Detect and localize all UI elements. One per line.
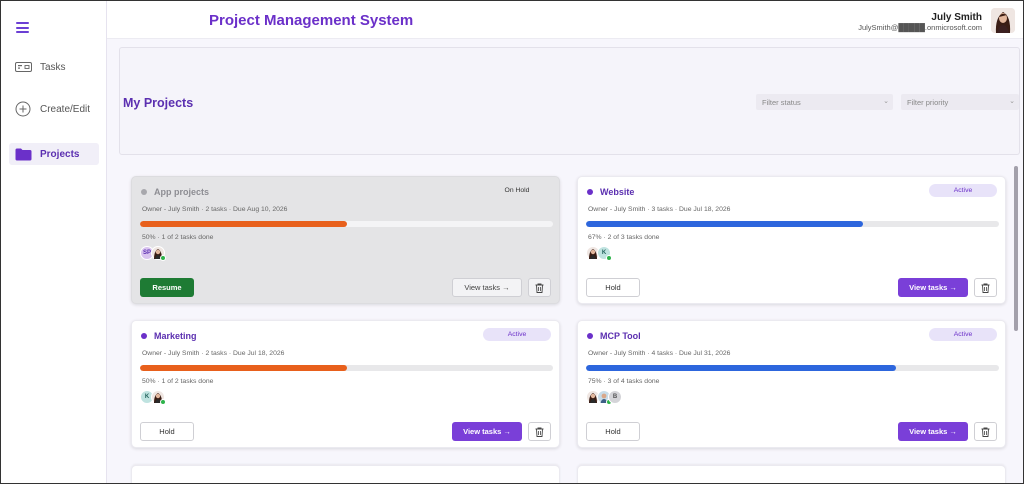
project-card-app-projects: App projects On Hold Owner - July Smith …	[131, 176, 560, 304]
online-indicator	[606, 255, 612, 261]
status-dot	[141, 333, 147, 339]
hamburger-menu-icon[interactable]	[16, 22, 29, 33]
view-tasks-button[interactable]: View tasks →	[452, 278, 522, 297]
trash-icon	[535, 427, 544, 437]
plus-circle-icon	[14, 101, 32, 117]
project-card-partial	[577, 465, 1006, 483]
status-badge: On Hold	[504, 187, 530, 194]
progress-text: 75% · 3 of 4 tasks done	[588, 378, 660, 385]
status-dot	[141, 189, 147, 195]
project-card-website: Website Active Owner - July Smith · 3 ta…	[577, 176, 1006, 304]
filter-priority-dropdown[interactable]: Filter priority ⌄	[901, 94, 1019, 110]
project-card-mcp-tool: MCP Tool Active Owner - July Smith · 4 t…	[577, 320, 1006, 448]
sidebar-item-create-edit[interactable]: Create/Edit	[9, 98, 99, 120]
app-window: Tasks Create/Edit Projects Project Manag…	[0, 0, 1024, 484]
view-tasks-button[interactable]: View tasks →	[898, 422, 968, 441]
resume-button[interactable]: Resume	[140, 278, 194, 297]
progress-fill	[140, 221, 347, 227]
progress-bar	[586, 365, 999, 371]
avatar-initials: K	[144, 394, 150, 400]
project-card-partial	[131, 465, 560, 483]
online-indicator	[160, 399, 166, 405]
delete-button[interactable]	[974, 278, 997, 297]
projects-toolbar: My Projects Filter status ⌄ Filter prior…	[119, 47, 1020, 155]
progress-fill	[586, 365, 896, 371]
status-badge: Active	[929, 184, 997, 197]
progress-bar	[586, 221, 999, 227]
member-avatars: K	[140, 390, 166, 406]
filter-status-placeholder: Filter status	[762, 97, 801, 107]
filter-status-dropdown[interactable]: Filter status ⌄	[756, 94, 893, 110]
avatar[interactable]	[151, 390, 166, 405]
project-meta: Owner - July Smith · 2 tasks · Due Jul 1…	[142, 350, 285, 357]
sidebar-item-projects[interactable]: Projects	[9, 143, 99, 165]
progress-text: 67% · 2 of 3 tasks done	[588, 234, 660, 241]
sidebar: Tasks Create/Edit Projects	[1, 1, 107, 483]
project-name[interactable]: Marketing	[154, 331, 197, 341]
progress-bar	[140, 365, 553, 371]
avatar[interactable]	[151, 246, 166, 261]
app-title: Project Management System	[209, 12, 414, 29]
member-avatars: SP	[140, 246, 166, 262]
delete-button[interactable]	[528, 278, 551, 297]
user-avatar[interactable]	[991, 8, 1015, 33]
page-title: My Projects	[123, 96, 194, 110]
status-badge: Active	[929, 328, 997, 341]
filter-priority-placeholder: Filter priority	[907, 97, 949, 107]
progress-text: 50% · 1 of 2 tasks done	[142, 378, 214, 385]
progress-bar	[140, 221, 553, 227]
project-meta: Owner - July Smith · 4 tasks · Due Jul 3…	[588, 350, 731, 357]
trash-icon	[981, 283, 990, 293]
scrollbar-thumb[interactable]	[1014, 166, 1018, 331]
trash-icon	[535, 283, 544, 293]
trash-icon	[981, 427, 990, 437]
user-name: July Smith	[931, 12, 982, 23]
sidebar-item-label: Projects	[40, 148, 80, 160]
avatar-initials: B	[612, 394, 618, 400]
delete-button[interactable]	[528, 422, 551, 441]
status-dot	[587, 333, 593, 339]
ticket-icon	[14, 62, 32, 72]
progress-text: 50% · 1 of 2 tasks done	[142, 234, 214, 241]
status-badge: Active	[483, 328, 551, 341]
top-header: Project Management System July Smith Jul…	[107, 1, 1023, 39]
view-tasks-button[interactable]: View tasks →	[452, 422, 522, 441]
hold-button[interactable]: Hold	[586, 422, 640, 441]
avatar[interactable]: K	[597, 246, 612, 261]
project-name[interactable]: MCP Tool	[600, 331, 641, 341]
member-avatars: B	[586, 390, 622, 406]
project-meta: Owner - July Smith · 2 tasks · Due Aug 1…	[142, 206, 288, 213]
project-name[interactable]: Website	[600, 187, 634, 197]
project-name[interactable]: App projects	[154, 187, 209, 197]
hold-button[interactable]: Hold	[140, 422, 194, 441]
online-indicator	[160, 255, 166, 261]
delete-button[interactable]	[974, 422, 997, 441]
avatar-initials: K	[601, 250, 607, 256]
member-avatars: K	[586, 246, 612, 262]
project-card-marketing: Marketing Active Owner - July Smith · 2 …	[131, 320, 560, 448]
hold-button[interactable]: Hold	[586, 278, 640, 297]
avatar[interactable]: B	[608, 390, 622, 404]
project-meta: Owner - July Smith · 3 tasks · Due Jul 1…	[588, 206, 731, 213]
sidebar-item-label: Tasks	[40, 61, 66, 73]
progress-fill	[140, 365, 347, 371]
sidebar-item-tasks[interactable]: Tasks	[9, 56, 99, 78]
status-dot	[587, 189, 593, 195]
folder-icon	[14, 148, 32, 161]
chevron-down-icon: ⌄	[883, 98, 889, 105]
chevron-down-icon: ⌄	[1009, 98, 1015, 105]
avatar-initials: SP	[142, 250, 151, 256]
progress-fill	[586, 221, 863, 227]
view-tasks-button[interactable]: View tasks →	[898, 278, 968, 297]
user-email: JulySmith@█████.onmicrosoft.com	[858, 23, 982, 32]
sidebar-item-label: Create/Edit	[40, 103, 91, 115]
